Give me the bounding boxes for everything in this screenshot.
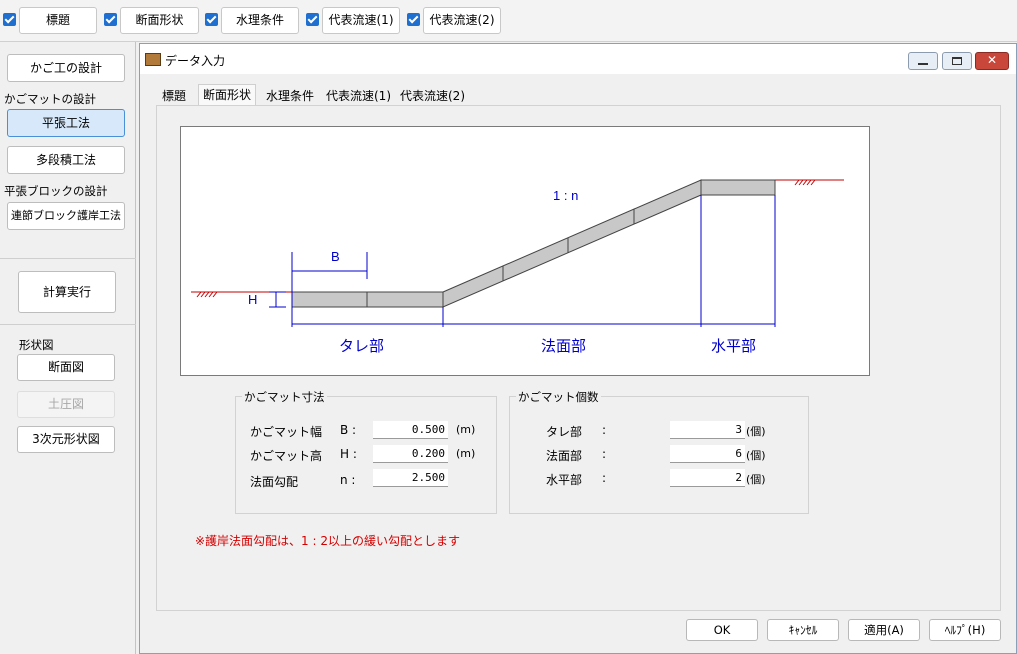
label-suihei: 水平部 bbox=[711, 337, 756, 355]
block-section-label: 平張ブロックの設計 bbox=[4, 184, 108, 198]
counts-sym-tare: : bbox=[602, 423, 607, 437]
counts-unit-homen: (個) bbox=[746, 449, 766, 462]
close-icon[interactable]: ✕ bbox=[975, 52, 1009, 70]
dims-sym-b: B : bbox=[340, 423, 357, 437]
label-homen: 法面部 bbox=[541, 337, 586, 355]
tab-panel: B H 1 : n タレ部 法面部 水平部 かごマット寸法 かごマット幅 B :… bbox=[156, 105, 1001, 611]
cross-section-diagram: B H 1 : n タレ部 法面部 水平部 bbox=[180, 126, 870, 376]
tab-check-suiri[interactable] bbox=[205, 13, 218, 26]
dims-label-n: 法面勾配 bbox=[250, 475, 299, 489]
tab-ryusoku2[interactable]: 代表流速(2) bbox=[423, 7, 501, 34]
kago-design-button[interactable]: かご工の設計 bbox=[7, 54, 125, 82]
dialog-tab-ryusoku1[interactable]: 代表流速(1) bbox=[322, 86, 395, 106]
dims-label-h: かごマット高 bbox=[250, 449, 323, 463]
tadanzumi-button[interactable]: 多段積工法 bbox=[7, 146, 125, 174]
slope-note: ※護岸法面勾配は、1 : 2以上の緩い勾配とします bbox=[195, 534, 460, 548]
kagomat-height-input[interactable]: 0.200 bbox=[373, 445, 448, 463]
counts-unit-suihei: (個) bbox=[746, 473, 766, 486]
dialog-titlebar: データ入力 ✕ bbox=[140, 44, 1016, 74]
divider bbox=[0, 324, 136, 325]
counts-unit-tare: (個) bbox=[746, 425, 766, 438]
cancel-button[interactable]: ｷｬﾝｾﾙ bbox=[767, 619, 839, 641]
heichou-button[interactable]: 平張工法 bbox=[7, 109, 125, 137]
dialog-tab-danmen[interactable]: 断面形状 bbox=[198, 84, 257, 106]
top-toolbar: 標題 断面形状 水理条件 代表流速(1) 代表流速(2) bbox=[0, 0, 1017, 42]
tab-check-ryusoku2[interactable] bbox=[407, 13, 420, 26]
kagomat-width-input[interactable]: 0.500 bbox=[373, 421, 448, 439]
dialog-tab-ryusoku2[interactable]: 代表流速(2) bbox=[396, 86, 469, 106]
dialog-tab-hyodai[interactable]: 標題 bbox=[158, 86, 190, 106]
slope-gradient-input[interactable]: 2.500 bbox=[373, 469, 448, 487]
app-icon bbox=[145, 53, 161, 66]
3d-view-button[interactable]: 3次元形状図 bbox=[17, 426, 115, 453]
counts-label-homen: 法面部 bbox=[546, 449, 583, 463]
counts-label-tare: タレ部 bbox=[546, 425, 583, 439]
shape-section-label: 形状図 bbox=[19, 338, 54, 352]
suihei-count-field: 2 bbox=[670, 469, 745, 487]
maximize-button[interactable] bbox=[942, 52, 972, 70]
dialog-tab-suiri[interactable]: 水理条件 bbox=[262, 86, 318, 106]
tab-danmen[interactable]: 断面形状 bbox=[120, 7, 199, 34]
tab-check-hyodai[interactable] bbox=[3, 13, 16, 26]
tab-check-danmen[interactable] bbox=[104, 13, 117, 26]
dims-unit-h: (m) bbox=[456, 447, 476, 460]
renketsu-block-button[interactable]: 連節ブロック護岸工法 bbox=[7, 202, 125, 230]
counts-label-suihei: 水平部 bbox=[546, 473, 583, 487]
counts-group-title: かごマット個数 bbox=[516, 389, 601, 405]
divider bbox=[0, 258, 136, 259]
dims-sym-h: H : bbox=[340, 447, 357, 461]
tab-ryusoku1[interactable]: 代表流速(1) bbox=[322, 7, 400, 34]
minimize-button[interactable] bbox=[908, 52, 938, 70]
dims-label-b: かごマット幅 bbox=[250, 425, 323, 439]
tare-count-field: 3 bbox=[670, 421, 745, 439]
doatsu-view-button: 土圧図 bbox=[17, 391, 115, 418]
data-input-dialog: データ入力 ✕ 標題 断面形状 水理条件 代表流速(1) 代表流速(2) B H… bbox=[139, 43, 1017, 654]
label-tare: タレ部 bbox=[339, 337, 384, 355]
dialog-title: データ入力 bbox=[165, 54, 226, 68]
dims-unit-b: (m) bbox=[456, 423, 476, 436]
ok-button[interactable]: OK bbox=[686, 619, 758, 641]
help-button[interactable]: ﾍﾙﾌﾟ(H) bbox=[929, 619, 1001, 641]
homen-count-field: 6 bbox=[670, 445, 745, 463]
apply-button[interactable]: 適用(A) bbox=[848, 619, 920, 641]
sidebar: かご工の設計 かごマットの設計 平張工法 多段積工法 平張ブロックの設計 連節ブ… bbox=[0, 42, 136, 654]
counts-sym-suihei: : bbox=[602, 471, 607, 485]
kagomat-section-label: かごマットの設計 bbox=[4, 92, 96, 106]
label-b: B bbox=[331, 249, 340, 264]
danmen-view-button[interactable]: 断面図 bbox=[17, 354, 115, 381]
dims-group-title: かごマット寸法 bbox=[242, 389, 327, 405]
dims-sym-n: n : bbox=[340, 473, 356, 487]
tab-check-ryusoku1[interactable] bbox=[306, 13, 319, 26]
tab-suiri[interactable]: 水理条件 bbox=[221, 7, 299, 34]
counts-sym-homen: : bbox=[602, 447, 607, 461]
counts-group: かごマット個数 タレ部 : 3 (個) 法面部 : 6 (個) 水平部 : 2 … bbox=[509, 389, 809, 514]
label-h: H bbox=[248, 292, 257, 307]
calc-run-button[interactable]: 計算実行 bbox=[18, 271, 116, 313]
label-slope: 1 : n bbox=[553, 188, 578, 203]
tab-hyodai[interactable]: 標題 bbox=[19, 7, 97, 34]
dims-group: かごマット寸法 かごマット幅 B : 0.500 (m) かごマット高 H : … bbox=[235, 389, 497, 514]
